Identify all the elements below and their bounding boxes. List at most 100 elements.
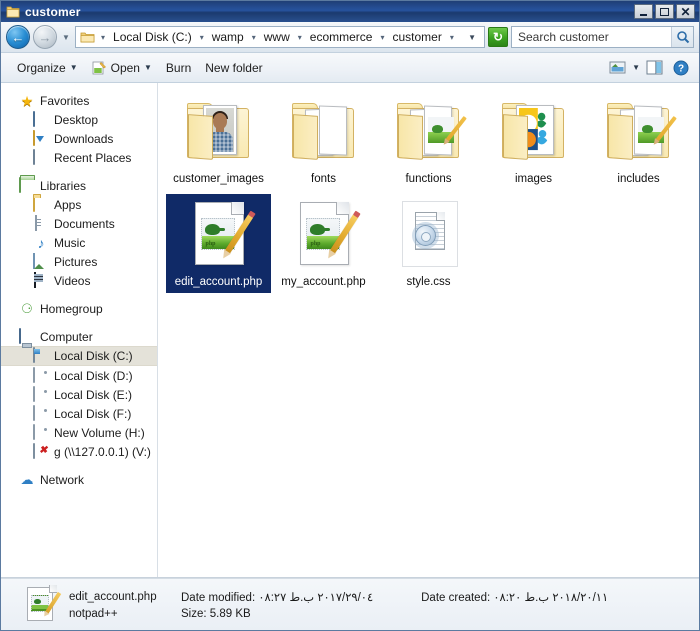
address-bar: ← → ▼ ▾ Local Disk (C:) ▾ wamp ▾ www ▾ — [1, 22, 699, 53]
list-item[interactable]: php edit_account.php — [166, 194, 271, 293]
drive-icon — [33, 425, 49, 441]
back-button[interactable]: ← — [6, 25, 30, 49]
sidebar-item-label: New Volume (H:) — [54, 426, 145, 440]
sidebar-item-label: Favorites — [40, 94, 89, 108]
breadcrumb-separator[interactable]: ▾ — [197, 33, 207, 42]
item-label: customer_images — [173, 173, 264, 186]
sidebar-item-music[interactable]: ♪ Music — [1, 233, 157, 252]
navigation-pane: ★ Favorites Desktop Downloads Recent Pla… — [1, 83, 158, 577]
new-folder-button[interactable]: New folder — [199, 58, 268, 78]
search-input[interactable] — [518, 30, 671, 44]
search-icon[interactable] — [671, 27, 693, 47]
breadcrumb-item-0[interactable]: Local Disk (C:) — [109, 29, 196, 45]
breadcrumb-separator[interactable]: ▾ — [98, 33, 108, 42]
sidebar-item-favorites[interactable]: ★ Favorites — [1, 91, 157, 110]
folder-icon — [33, 197, 49, 213]
php-file-icon — [23, 585, 57, 625]
close-button[interactable]: ✕ — [676, 4, 695, 19]
sidebar-item-desktop[interactable]: Desktop — [1, 110, 157, 129]
sidebar-item-local-disk-f[interactable]: Local Disk (F:) — [1, 404, 157, 423]
size-label: Size: — [181, 608, 207, 620]
svg-text:?: ? — [678, 63, 684, 74]
system-drive-icon — [33, 348, 49, 364]
view-options-caret[interactable]: ▼ — [632, 63, 640, 72]
drive-icon — [33, 368, 49, 384]
list-item[interactable]: includes — [586, 91, 691, 190]
breadcrumb-item-1[interactable]: wamp — [208, 29, 248, 45]
recent-places-icon — [33, 150, 49, 166]
refresh-icon: ↻ — [493, 31, 503, 43]
forward-button[interactable]: → — [33, 25, 57, 49]
document-icon — [33, 216, 49, 232]
nav-group-network: ☁ Network — [1, 470, 157, 489]
sidebar-item-libraries[interactable]: Libraries — [1, 176, 157, 195]
sidebar-item-local-disk-c[interactable]: Local Disk (C:) — [1, 346, 157, 366]
breadcrumb-label: customer — [389, 29, 444, 45]
help-button[interactable]: ? — [669, 57, 693, 79]
sidebar-item-apps[interactable]: Apps — [1, 195, 157, 214]
preview-pane-button[interactable] — [642, 57, 667, 78]
organize-button[interactable]: Organize ▼ — [11, 58, 84, 78]
sidebar-item-local-disk-e[interactable]: Local Disk (E:) — [1, 385, 157, 404]
sidebar-item-homegroup[interactable]: ⚆ Homegroup — [1, 299, 157, 318]
sidebar-item-label: Local Disk (E:) — [54, 388, 132, 402]
sidebar-item-computer[interactable]: Computer — [1, 327, 157, 346]
sidebar-item-label: Network — [40, 473, 84, 487]
list-item[interactable]: images — [481, 91, 586, 190]
details-file-name: edit_account.php — [69, 591, 181, 603]
folder-icon — [287, 95, 361, 169]
burn-button[interactable]: Burn — [160, 58, 197, 78]
breadcrumb-separator[interactable]: ▾ — [377, 33, 387, 42]
list-item[interactable]: customer_images — [166, 91, 271, 190]
sidebar-item-new-volume-h[interactable]: New Volume (H:) — [1, 423, 157, 442]
minimize-button[interactable] — [634, 4, 653, 19]
details-file-type: notpad++ — [69, 608, 181, 620]
breadcrumb[interactable]: ▾ Local Disk (C:) ▾ wamp ▾ www ▾ ecommer… — [75, 26, 485, 48]
sidebar-item-local-disk-d[interactable]: Local Disk (D:) — [1, 366, 157, 385]
date-created-value: ٢٠١٨/٢٠/١١ ب.ط ٠٨:٢٠ — [493, 590, 608, 604]
breadcrumb-item-4[interactable]: customer — [388, 29, 445, 45]
downloads-icon — [33, 131, 49, 147]
item-label: includes — [617, 173, 659, 186]
breadcrumb-separator[interactable]: ▾ — [295, 33, 305, 42]
sidebar-item-videos[interactable]: Videos — [1, 271, 157, 290]
recent-pages-dropdown-icon[interactable]: ▼ — [60, 33, 72, 42]
details-row-secondary: notpad++ Size: 5.89 KB — [69, 608, 689, 620]
sidebar-item-recent-places[interactable]: Recent Places — [1, 148, 157, 167]
refresh-button[interactable]: ↻ — [488, 27, 508, 47]
burn-label: Burn — [166, 61, 191, 75]
breadcrumb-separator[interactable]: ▾ — [447, 33, 457, 42]
title-bar: customer ✕ — [1, 1, 699, 22]
disconnected-network-drive-icon — [33, 444, 49, 460]
chevron-down-icon[interactable]: ▼ — [465, 33, 482, 42]
php-file-icon: php — [287, 198, 361, 272]
change-view-button[interactable] — [605, 57, 630, 78]
open-button[interactable]: Open ▼ — [86, 58, 158, 78]
search-box[interactable] — [511, 26, 694, 48]
list-item[interactable]: fonts — [271, 91, 376, 190]
date-modified-label: Date modified: — [181, 592, 255, 604]
breadcrumb-separator[interactable]: ▾ — [249, 33, 259, 42]
list-item[interactable]: style.css — [376, 194, 481, 293]
sidebar-item-documents[interactable]: Documents — [1, 214, 157, 233]
chevron-down-icon: ▼ — [70, 63, 78, 72]
sidebar-item-network[interactable]: ☁ Network — [1, 470, 157, 489]
window-title: customer — [25, 5, 634, 19]
maximize-button[interactable] — [655, 4, 674, 19]
toolbar: Organize ▼ Open ▼ Burn New folder — [1, 53, 699, 83]
folder-icon — [602, 95, 676, 169]
preview-pane-icon — [646, 60, 663, 75]
network-icon: ☁ — [19, 472, 35, 488]
sidebar-item-label: Music — [54, 236, 85, 250]
sidebar-item-downloads[interactable]: Downloads — [1, 129, 157, 148]
file-list[interactable]: customer_images fonts — [158, 83, 699, 577]
sidebar-item-pictures[interactable]: Pictures — [1, 252, 157, 271]
sidebar-item-label: Libraries — [40, 179, 86, 193]
list-item[interactable]: php my_account.php — [271, 194, 376, 293]
breadcrumb-item-3[interactable]: ecommerce — [306, 29, 377, 45]
list-item[interactable]: functions — [376, 91, 481, 190]
open-label: Open — [111, 61, 140, 75]
sidebar-item-network-drive-v[interactable]: g (\\127.0.0.1) (V:) — [1, 442, 157, 461]
sidebar-item-label: Videos — [54, 274, 90, 288]
breadcrumb-item-2[interactable]: www — [260, 29, 294, 45]
